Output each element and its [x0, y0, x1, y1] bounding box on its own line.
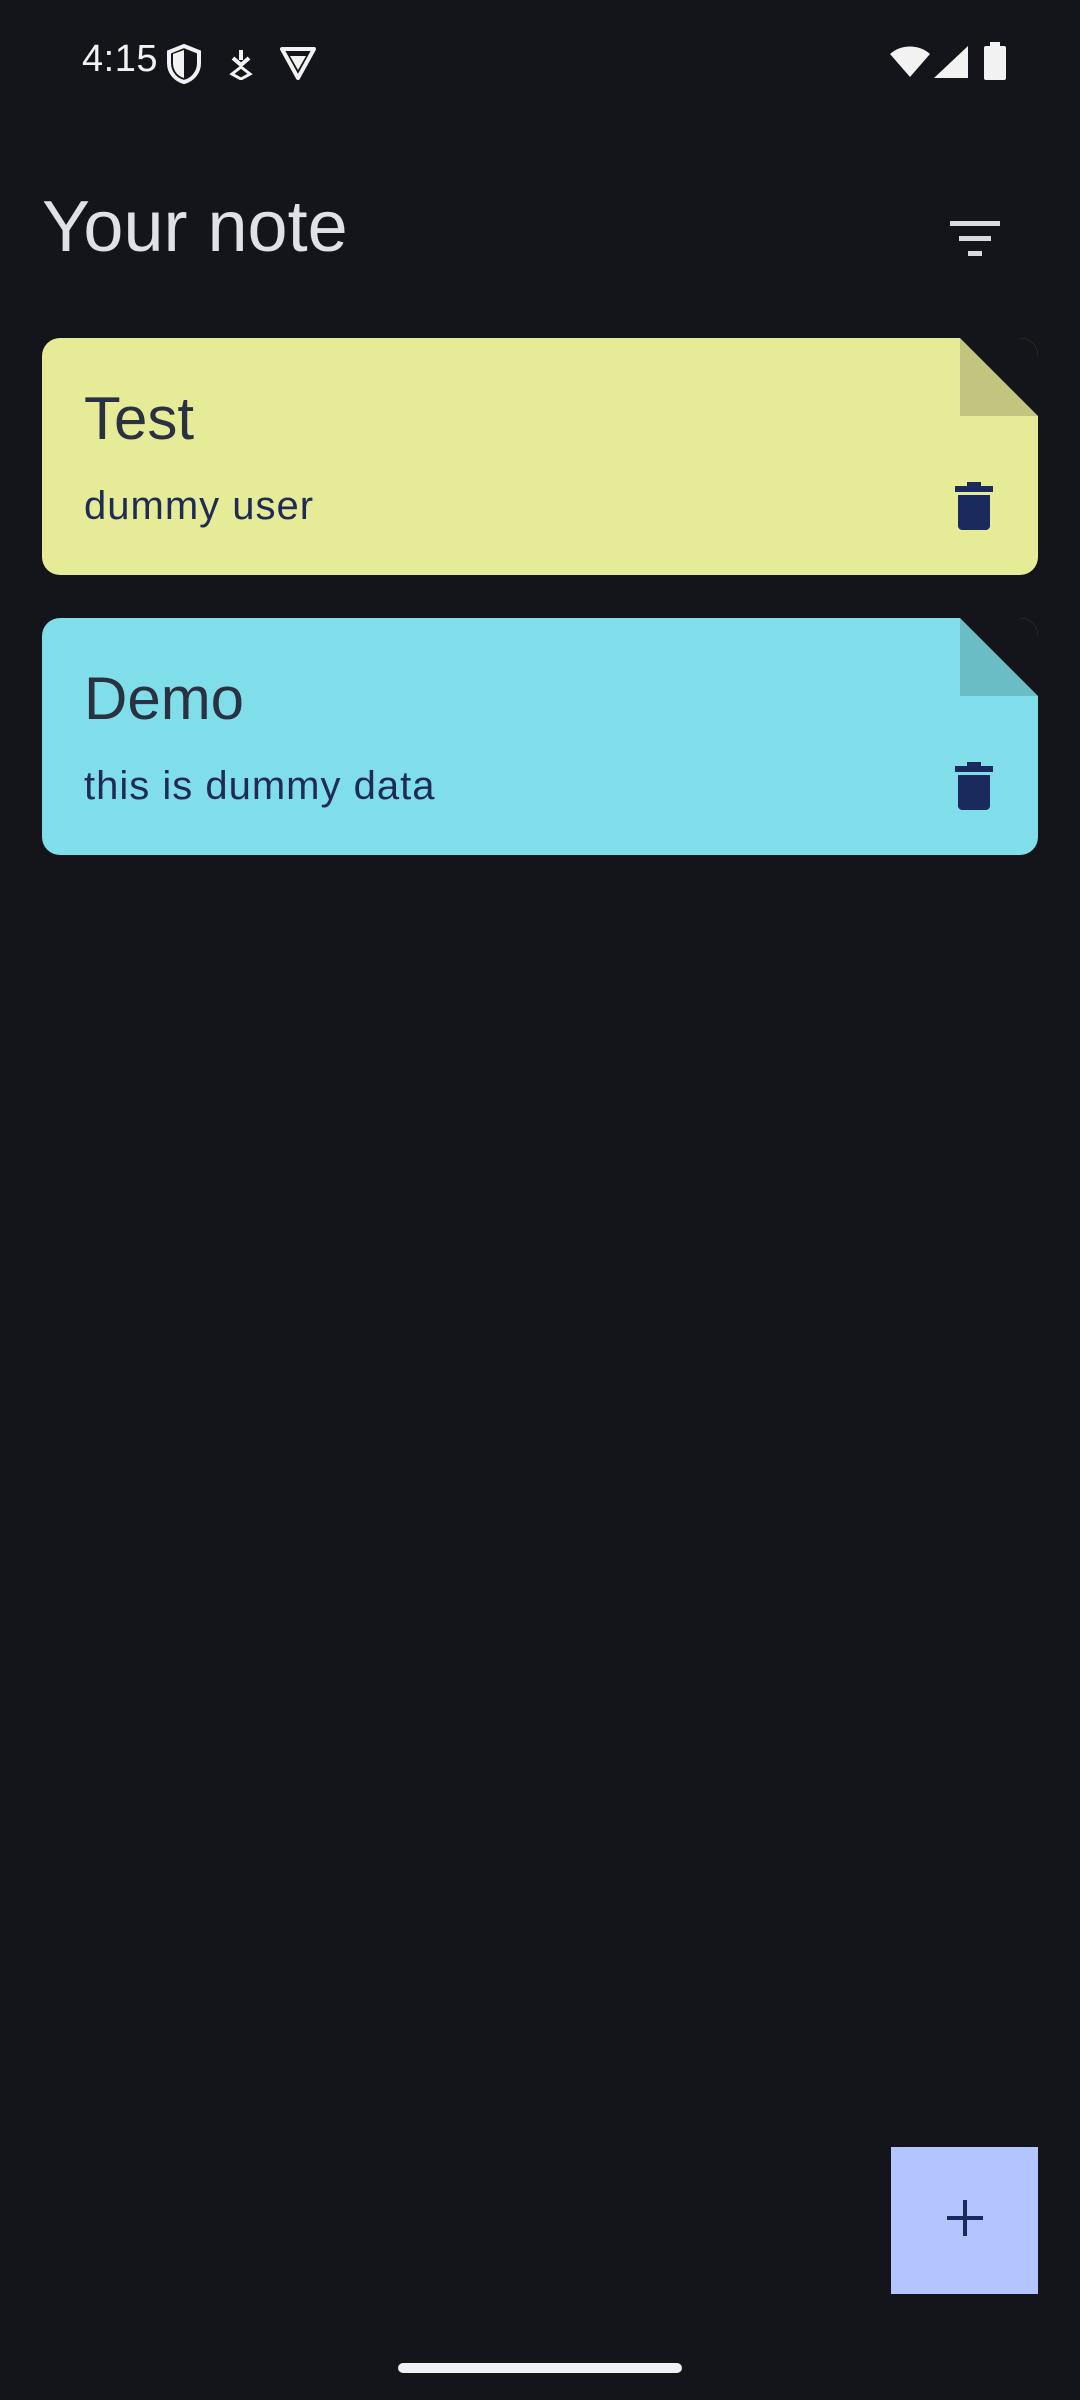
page-title: Your note: [42, 187, 348, 267]
vpn-icon: [279, 46, 317, 85]
filter-icon: [950, 220, 1000, 262]
note-card[interactable]: Demo this is dummy data: [42, 618, 1038, 855]
wifi-icon: [890, 46, 930, 83]
add-note-button[interactable]: [891, 2147, 1038, 2294]
status-time: 4:15: [82, 38, 158, 80]
note-fold-corner: [960, 618, 1038, 696]
note-content: this is dummy data: [84, 764, 436, 808]
note-fold-corner: [960, 338, 1038, 416]
note-title: Demo: [84, 665, 245, 732]
trash-icon: [955, 481, 993, 535]
note-content: dummy user: [84, 484, 315, 528]
home-indicator[interactable]: [398, 2363, 682, 2373]
signal-icon: [934, 46, 968, 83]
download-icon: [228, 48, 254, 85]
battery-icon: [984, 42, 1006, 85]
delete-note-button[interactable]: [946, 756, 1002, 820]
shield-icon: [166, 43, 202, 89]
plus-icon: [945, 2198, 985, 2243]
status-bar: 4:15: [0, 0, 1080, 128]
trash-icon: [955, 761, 993, 815]
filter-button[interactable]: [930, 196, 1020, 286]
note-card[interactable]: Test dummy user: [42, 338, 1038, 575]
delete-note-button[interactable]: [946, 476, 1002, 540]
note-title: Test: [84, 385, 195, 452]
